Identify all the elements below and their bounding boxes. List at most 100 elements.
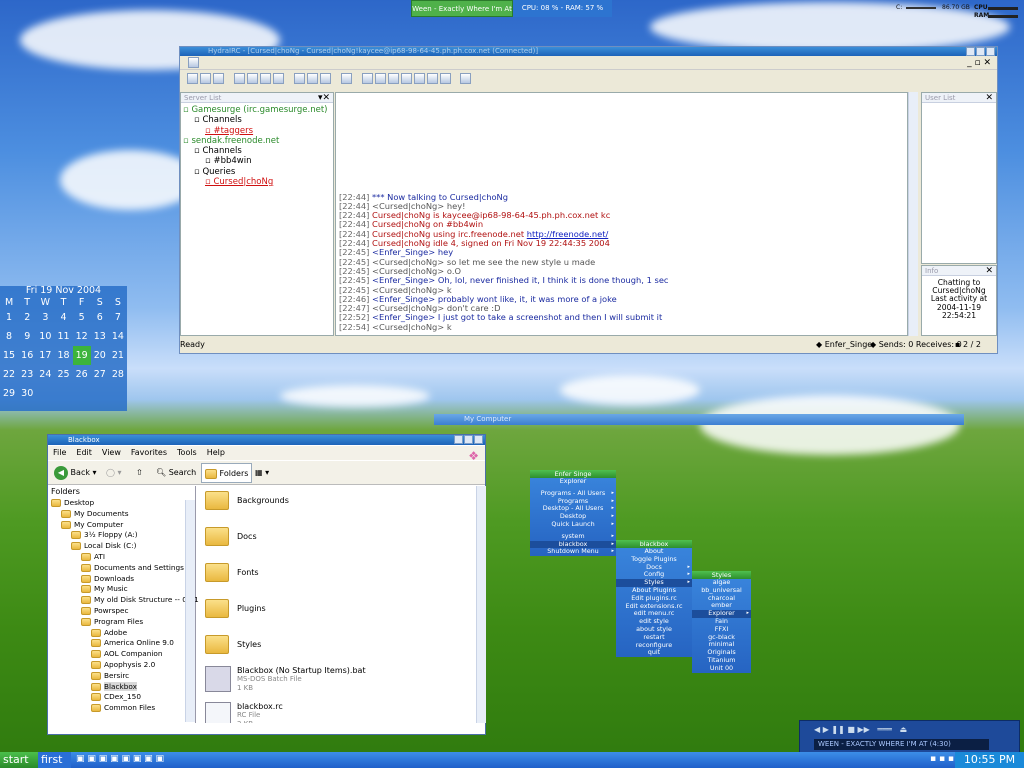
folder-tree-item[interactable]: Adobe (51, 628, 195, 639)
calendar-day[interactable]: 11 (54, 327, 72, 346)
calendar-day[interactable]: 17 (36, 346, 54, 365)
search-button[interactable]: 🔍︎ Search (156, 465, 196, 481)
folder-tree-item[interactable]: CDex_150 (51, 692, 195, 703)
calendar-day[interactable] (54, 384, 72, 403)
styles-submenu[interactable]: Styles algae bb_universal charcoal ember Expl… (692, 571, 751, 673)
layout-icon[interactable] (259, 73, 271, 84)
calendar-day[interactable]: 25 (54, 365, 72, 384)
window-icon[interactable] (361, 73, 373, 84)
close-button[interactable] (474, 435, 483, 444)
calendar-day[interactable]: 15 (0, 346, 18, 365)
folder-tree-item[interactable]: Common Files (51, 703, 195, 714)
search-icon[interactable] (306, 73, 318, 84)
file-item[interactable]: Docs (205, 527, 257, 546)
calendar-day[interactable]: 24 (36, 365, 54, 384)
workspace-label[interactable]: first (38, 752, 71, 768)
folder-tree-item[interactable]: Bersirc (51, 671, 195, 682)
calendar-day[interactable]: 10 (36, 327, 54, 346)
explorer-window[interactable]: Blackbox File Edit View Favorites Tools Help … (47, 434, 486, 735)
calendar-day[interactable]: 21 (109, 346, 127, 365)
folders-button[interactable]: Folders (201, 463, 253, 483)
calendar-day[interactable] (109, 384, 127, 403)
menu-item[interactable]: Quick Launch (530, 520, 616, 529)
window-icon[interactable] (413, 73, 425, 84)
calendar-day[interactable]: 4 (54, 308, 72, 327)
server-tree-item[interactable]: ▫ Gamesurge (irc.gamesurge.net) (183, 105, 331, 115)
window-icon[interactable] (426, 73, 438, 84)
calendar-day[interactable]: 18 (54, 346, 72, 365)
folder-tree-item[interactable]: Documents and Settings (51, 563, 195, 574)
chat-area[interactable]: [22:44] *** Now talking to Cursed|choNg[… (335, 92, 908, 336)
calendar-day[interactable]: 5 (73, 308, 91, 327)
file-item[interactable]: Fonts (205, 563, 259, 582)
server-tree-item[interactable]: ▫ Queries (183, 167, 331, 177)
calendar-day[interactable]: 19 (72, 346, 91, 365)
views-button[interactable]: ▦ ▾ (255, 465, 269, 481)
calendar-day[interactable]: 30 (18, 384, 36, 403)
folder-tree-item[interactable]: ATI (51, 552, 195, 563)
folder-tree-item[interactable]: My Computer (51, 520, 195, 531)
layout-icon[interactable] (233, 73, 245, 84)
folder-tree-item[interactable]: AOL Companion (51, 649, 195, 660)
folder-tree-item[interactable]: America Online 9.0 (51, 638, 195, 649)
media-player[interactable]: ◀ ▶ ❚❚ ■ ▶▶ ═══ ⏏ WEEN - EXACTLY WHERE I… (799, 720, 1020, 753)
server-tree-item[interactable]: ▫ Cursed|choNg (183, 177, 331, 187)
calendar-day[interactable]: 27 (91, 365, 109, 384)
up-folder-icon[interactable]: ⇧ (136, 465, 143, 481)
close-button[interactable] (986, 47, 995, 56)
menu-view[interactable]: View (102, 448, 121, 457)
window-titlebar[interactable]: Blackbox (48, 435, 485, 445)
folder-tree-item[interactable]: Downloads (51, 574, 195, 585)
mdi-controls[interactable]: _ ▫ ✕ (967, 58, 991, 68)
folder-tree-item[interactable]: My Documents (51, 509, 195, 520)
folder-tree-item[interactable]: Program Files (51, 617, 195, 628)
file-item[interactable]: Blackbox (No Startup Items).bat MS-DOS Ba… (205, 666, 366, 693)
close-icon[interactable]: ▾✕ (318, 93, 330, 103)
irc-window[interactable]: HydraIRC - [Cursed|choNg - Cursed|choNg!… (179, 46, 998, 354)
calendar-day[interactable]: 12 (73, 327, 91, 346)
calendar-day[interactable]: 20 (91, 346, 109, 365)
folder-tree-item[interactable]: My old Disk Structure -- 04-1 (51, 595, 199, 606)
folders-scrollbar[interactable] (185, 500, 195, 722)
server-tree-item[interactable]: ▫ Channels (183, 146, 331, 156)
server-tree-item[interactable]: ▫ #bb4win (183, 156, 331, 166)
menu-tools[interactable]: Tools (177, 448, 197, 457)
my-computer-window-titlebar[interactable]: My Computer (434, 414, 964, 425)
menu-item[interactable]: Unit 00 (692, 664, 751, 673)
connect-icon[interactable] (187, 73, 198, 84)
calendar-day[interactable]: 6 (91, 308, 109, 327)
menu-favorites[interactable]: Favorites (131, 448, 167, 457)
layout-icon[interactable] (246, 73, 258, 84)
back-button[interactable]: ◀ Back ▾ (54, 465, 97, 481)
folder-tree-item[interactable]: Local Disk (C:) (51, 541, 195, 552)
window-icon[interactable] (400, 73, 412, 84)
calendar-day[interactable]: 1 (0, 308, 18, 327)
calendar-day[interactable]: 13 (91, 327, 109, 346)
folder-tree-item[interactable]: Apophysis 2.0 (51, 660, 195, 671)
reconnect-icon[interactable] (213, 73, 224, 84)
calendar-day[interactable]: 2 (18, 308, 36, 327)
folder-tree-item[interactable]: Blackbox (51, 681, 195, 693)
player-controls[interactable]: ◀ ▶ ❚❚ ■ ▶▶ ═══ ⏏ (814, 725, 1014, 735)
file-item[interactable]: Styles (205, 635, 261, 654)
folder-tree-item[interactable]: Desktop (51, 498, 195, 509)
minimize-button[interactable] (966, 47, 975, 56)
minimize-button[interactable] (454, 435, 463, 444)
tray-icons[interactable]: ▪ ▪ ▪ (930, 754, 954, 764)
calendar-day[interactable]: 16 (18, 346, 36, 365)
menu-item[interactable]: Explorer (530, 477, 616, 486)
menu-help[interactable]: Help (207, 448, 225, 457)
file-item[interactable]: Backgrounds (205, 491, 289, 510)
menu-edit[interactable]: Edit (76, 448, 92, 457)
calendar-day[interactable]: 23 (18, 365, 36, 384)
menu-item[interactable]: quit (616, 649, 692, 657)
calendar-day[interactable] (91, 384, 109, 403)
menu-item[interactable]: Shutdown Menu (530, 548, 616, 556)
calendar-day[interactable]: 26 (73, 365, 91, 384)
calendar-day[interactable] (73, 384, 91, 403)
close-icon[interactable]: ✕ (985, 266, 993, 276)
start-button[interactable]: start (0, 752, 38, 768)
layout-icon[interactable] (272, 73, 284, 84)
gear-icon[interactable] (340, 73, 352, 84)
calendar-day[interactable]: 7 (109, 308, 127, 327)
